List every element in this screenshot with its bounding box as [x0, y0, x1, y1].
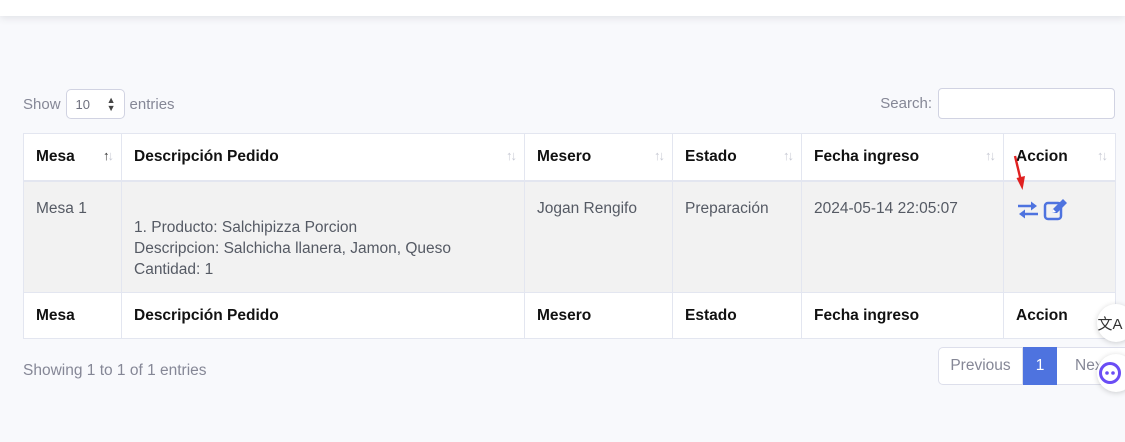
entries-select[interactable]: 10 ▲ ▼ [65, 89, 125, 119]
page-1-button[interactable]: 1 [1023, 347, 1057, 385]
col-header-descripcion[interactable]: Descripción Pedido ↑↓ [121, 133, 525, 182]
table-info: Showing 1 to 1 of 1 entries [23, 362, 207, 379]
cell-estado: Preparación [672, 180, 802, 293]
sort-icon: ↑↓ [783, 148, 794, 163]
cell-fecha: 2024-05-14 22:05:07 [801, 180, 1004, 293]
updown-caret-icon: ▲ ▼ [106, 95, 116, 113]
table-footer-row: Mesa Descripción Pedido Mesero Estado Fe… [23, 292, 1116, 339]
desc-line: 1. Producto: Salchipizza Porcion [134, 219, 358, 236]
footer-descripcion: Descripción Pedido [121, 292, 525, 339]
red-arrow-marker-icon [1013, 155, 1025, 190]
table-header-row: Mesa ↑↓ Descripción Pedido ↑↓ Mesero ↑↓ Est… [23, 133, 1116, 182]
col-header-mesa[interactable]: Mesa ↑↓ [23, 133, 122, 182]
edit-icon[interactable] [1043, 198, 1069, 222]
sort-icon: ↑↓ [654, 148, 665, 163]
footer-fecha: Fecha ingreso [801, 292, 1004, 339]
search-filter: Search: [880, 88, 1115, 119]
col-header-estado[interactable]: Estado ↑↓ [672, 133, 802, 182]
previous-button[interactable]: Previous [938, 347, 1023, 385]
search-input[interactable] [938, 88, 1115, 119]
assistant-float-button[interactable] [1097, 354, 1125, 392]
desc-line: Cantidad: 1 [134, 261, 214, 278]
orders-table: Mesa ↑↓ Descripción Pedido ↑↓ Mesero ↑↓ Est… [23, 133, 1116, 339]
cell-descripcion: 1. Producto: Salchipizza Porcion Descrip… [121, 180, 525, 293]
cell-accion [1003, 180, 1116, 293]
col-header-fecha[interactable]: Fecha ingreso ↑↓ [801, 133, 1004, 182]
desc-line: Descripcion: Salchicha llanera, Jamon, Q… [134, 240, 452, 257]
sort-asc-icon: ↑↓ [103, 148, 114, 163]
pagination: Previous 1 Next [938, 347, 1125, 385]
translate-icon: 文A [1097, 315, 1123, 333]
entries-label: entries [129, 95, 175, 113]
cell-mesa: Mesa 1 [23, 180, 122, 293]
table-row: Mesa 1 1. Producto: Salchipizza Porcion … [23, 180, 1116, 293]
cell-mesero: Jogan Rengifo [524, 180, 673, 293]
footer-mesero: Mesero [524, 292, 673, 339]
col-header-mesero[interactable]: Mesero ↑↓ [524, 133, 673, 182]
exchange-icon[interactable] [1016, 200, 1040, 220]
sort-icon: ↑↓ [985, 148, 996, 163]
length-menu: Show 10 ▲ ▼ entries [23, 89, 175, 119]
top-navbar [0, 0, 1125, 16]
sort-icon: ↑↓ [1097, 148, 1108, 163]
show-label: Show [23, 95, 61, 113]
search-label: Search: [880, 95, 932, 112]
assistant-icon [1099, 362, 1121, 384]
footer-estado: Estado [672, 292, 802, 339]
sort-icon: ↑↓ [506, 148, 517, 163]
footer-mesa: Mesa [23, 292, 122, 339]
entries-select-value: 10 [75, 96, 90, 112]
